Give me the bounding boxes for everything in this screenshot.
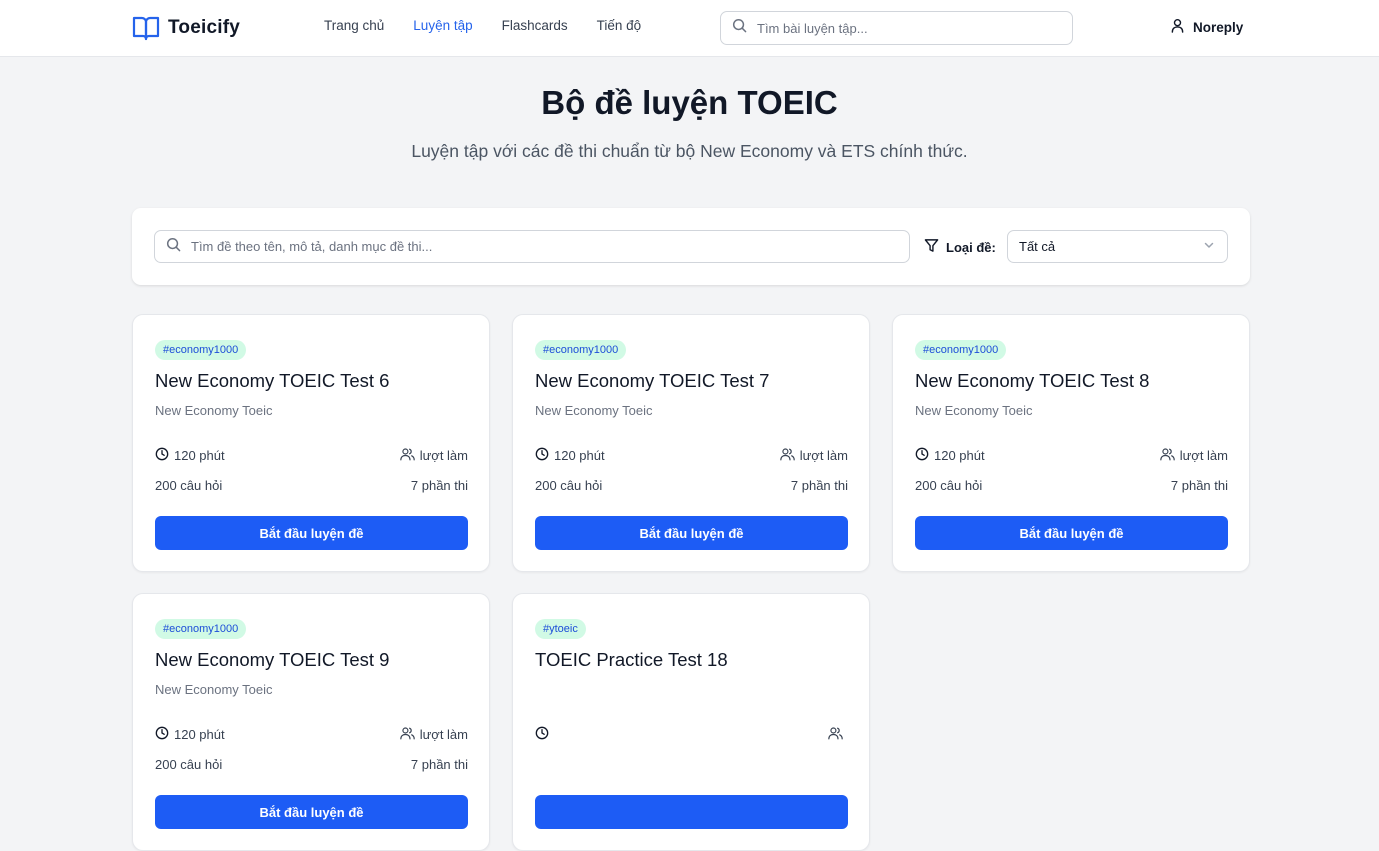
test-title[interactable]: New Economy TOEIC Test 9: [155, 649, 389, 671]
test-duration: 120 phút: [155, 726, 225, 743]
open-book-icon: [132, 15, 160, 41]
test-subtitle: New Economy Toeic: [155, 403, 273, 418]
test-card: #economy1000 New Economy TOEIC Test 7 Ne…: [512, 314, 870, 572]
test-attempts: lượt làm: [399, 447, 468, 464]
test-type-filter-label: Loại đề:: [924, 238, 996, 256]
test-attempts-text: lượt làm: [419, 727, 468, 742]
test-category-tag[interactable]: #economy1000: [915, 340, 1007, 360]
test-part-count: 7 phần thi: [1170, 478, 1228, 493]
test-card: #ytoeic TOEIC Practice Test 18: [512, 593, 870, 851]
filter-panel: Loại đề: Tất cả: [132, 208, 1250, 285]
test-question-count: 200 câu hỏi: [915, 478, 983, 493]
users-icon: [779, 447, 795, 464]
test-category-tag[interactable]: #economy1000: [155, 340, 247, 360]
user-menu[interactable]: Noreply: [1170, 18, 1243, 36]
test-type-value: Tất cả: [1019, 239, 1056, 254]
users-icon: [399, 726, 415, 743]
nav-item-flashcards[interactable]: Flashcards: [502, 18, 568, 33]
test-duration-text: 120 phút: [934, 448, 985, 463]
test-search-input[interactable]: [191, 239, 909, 254]
test-search-box[interactable]: [154, 230, 910, 263]
test-attempts: lượt làm: [1159, 447, 1228, 464]
clock-icon: [535, 726, 549, 743]
test-duration-text: 120 phút: [174, 727, 225, 742]
test-attempts: lượt làm: [779, 447, 848, 464]
test-part-count: 7 phần thi: [410, 478, 468, 493]
start-test-button[interactable]: [535, 795, 848, 829]
page-subtitle: Luyện tập với các đề thi chuẩn từ bộ New…: [411, 141, 968, 161]
clock-icon: [535, 447, 549, 464]
start-test-button[interactable]: Bắt đầu luyện đề: [535, 516, 848, 550]
test-category-tag[interactable]: #economy1000: [155, 619, 247, 639]
test-attempts: lượt làm: [399, 726, 468, 743]
test-question-count: 200 câu hỏi: [155, 757, 223, 772]
start-test-button[interactable]: Bắt đầu luyện đề: [155, 795, 468, 829]
test-title[interactable]: New Economy TOEIC Test 7: [535, 370, 769, 392]
filter-funnel-icon: [924, 238, 939, 256]
header-search-input[interactable]: [757, 20, 1072, 36]
test-duration: [535, 726, 554, 743]
test-part-count: 7 phần thi: [790, 478, 848, 493]
test-duration-text: 120 phút: [554, 448, 605, 463]
test-part-count: 7 phần thi: [410, 757, 468, 772]
users-icon: [828, 726, 843, 743]
clock-icon: [155, 726, 169, 743]
page-title: Bộ đề luyện TOEIC: [541, 84, 838, 121]
top-navbar: Toeicify Trang chủ Luyện tập Flashcards …: [0, 0, 1379, 57]
test-attempts-text: lượt làm: [799, 448, 848, 463]
test-title[interactable]: New Economy TOEIC Test 8: [915, 370, 1149, 392]
user-icon: [1170, 18, 1185, 36]
clock-icon: [155, 447, 169, 464]
test-type-select[interactable]: Tất cả: [1007, 230, 1228, 263]
test-category-tag[interactable]: #economy1000: [535, 340, 627, 360]
main-nav: Trang chủ Luyện tập Flashcards Tiến độ: [324, 18, 641, 33]
nav-item-practice[interactable]: Luyện tập: [413, 18, 472, 33]
test-subtitle: New Economy Toeic: [915, 403, 1033, 418]
start-test-button[interactable]: Bắt đầu luyện đề: [155, 516, 468, 550]
test-attempts-text: lượt làm: [419, 448, 468, 463]
test-question-count: 200 câu hỏi: [535, 478, 603, 493]
user-name: Noreply: [1193, 19, 1244, 35]
test-card: #economy1000 New Economy TOEIC Test 6 Ne…: [132, 314, 490, 572]
search-icon: [166, 237, 181, 257]
test-subtitle: New Economy Toeic: [535, 403, 653, 418]
chevron-down-icon: [1203, 239, 1215, 254]
test-duration: 120 phút: [155, 447, 225, 464]
nav-item-home[interactable]: Trang chủ: [324, 18, 384, 33]
test-title[interactable]: TOEIC Practice Test 18: [535, 649, 728, 671]
users-icon: [1159, 447, 1175, 464]
test-subtitle: New Economy Toeic: [155, 682, 273, 697]
test-duration: 120 phút: [535, 447, 605, 464]
header-search-box[interactable]: [720, 11, 1073, 45]
users-icon: [399, 447, 415, 464]
test-duration: 120 phút: [915, 447, 985, 464]
brand-name: Toeicify: [168, 17, 240, 38]
test-duration-text: 120 phút: [174, 448, 225, 463]
test-title[interactable]: New Economy TOEIC Test 6: [155, 370, 389, 392]
nav-item-progress[interactable]: Tiến độ: [597, 18, 642, 33]
search-icon: [732, 18, 747, 38]
clock-icon: [915, 447, 929, 464]
test-attempts-text: lượt làm: [1179, 448, 1228, 463]
test-card: #economy1000 New Economy TOEIC Test 8 Ne…: [892, 314, 1250, 572]
brand-logo[interactable]: Toeicify: [132, 14, 240, 42]
test-type-label: Loại đề:: [946, 239, 996, 255]
start-test-button[interactable]: Bắt đầu luyện đề: [915, 516, 1228, 550]
test-card: #economy1000 New Economy TOEIC Test 9 Ne…: [132, 593, 490, 851]
test-attempts: [828, 726, 848, 743]
test-question-count: 200 câu hỏi: [155, 478, 223, 493]
test-category-tag[interactable]: #ytoeic: [535, 619, 586, 639]
